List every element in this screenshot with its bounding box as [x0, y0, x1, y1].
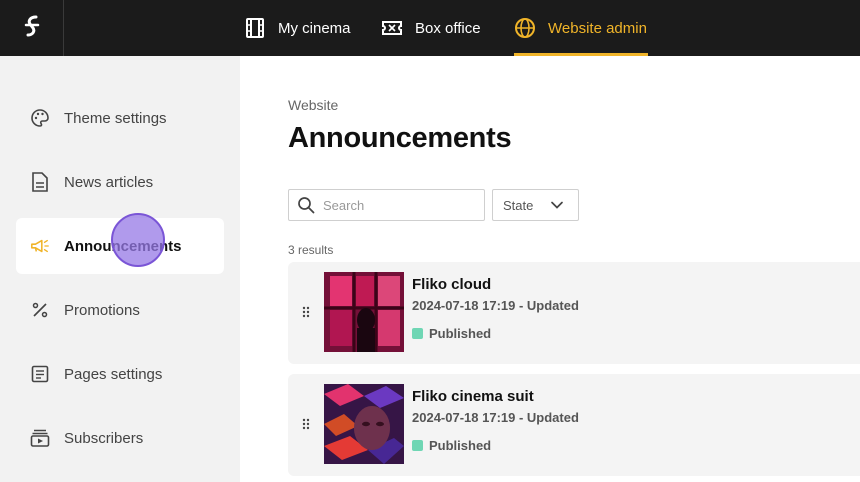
film-icon — [244, 17, 266, 39]
announcement-card[interactable]: Fliko cinema suit 2024-07-18 17:19 - Upd… — [288, 374, 860, 476]
sidebar-item-label: Announcements — [64, 237, 182, 255]
main-content: Website Announcements State 3 results — [240, 56, 860, 482]
megaphone-icon — [30, 236, 50, 256]
logo-icon — [24, 15, 39, 37]
page-title: Announcements — [288, 122, 512, 154]
sidebar-item-theme-settings[interactable]: Theme settings — [16, 90, 224, 146]
nav-my-cinema[interactable]: My cinema — [244, 0, 351, 56]
sidebar-item-news-articles[interactable]: News articles — [16, 154, 224, 210]
sidebar: Theme settings News articles Announcemen… — [0, 56, 240, 482]
app-logo[interactable] — [0, 0, 64, 56]
announcement-date: 2024-07-18 17:19 - Updated — [412, 298, 579, 313]
sidebar-item-label: Pages settings — [64, 365, 163, 383]
sidebar-item-label: Subscribers — [64, 429, 144, 447]
breadcrumb[interactable]: Website — [288, 97, 338, 113]
drag-handle-icon[interactable] — [302, 306, 310, 318]
pages-icon — [30, 364, 50, 384]
chevron-down-icon — [551, 201, 563, 209]
state-filter-label: State — [503, 197, 534, 213]
document-icon — [30, 172, 50, 192]
announcement-date: 2024-07-18 17:19 - Updated — [412, 410, 579, 425]
nav-box-office[interactable]: Box office — [381, 0, 481, 56]
globe-icon — [514, 17, 536, 39]
drag-handle-icon[interactable] — [302, 418, 310, 430]
announcement-thumbnail — [324, 272, 404, 352]
sidebar-item-pages-settings[interactable]: Pages settings — [16, 346, 224, 402]
sidebar-item-label: Promotions — [64, 301, 140, 319]
palette-icon — [30, 108, 50, 128]
status-badge: Published — [412, 438, 491, 453]
announcement-title: Fliko cinema suit — [412, 388, 534, 405]
announcement-title: Fliko cloud — [412, 276, 492, 293]
announcement-thumbnail — [324, 384, 404, 464]
status-label: Published — [429, 326, 492, 341]
percent-icon — [30, 300, 50, 320]
status-label: Published — [429, 438, 492, 453]
sidebar-item-subscribers[interactable]: Subscribers — [16, 410, 224, 466]
sidebar-item-announcements[interactable]: Announcements — [16, 218, 224, 274]
nav-website-admin-label: Website admin — [548, 19, 647, 37]
nav-box-office-label: Box office — [415, 19, 481, 37]
search-box[interactable] — [288, 189, 485, 221]
nav-website-admin[interactable]: Website admin — [514, 0, 648, 56]
ticket-icon — [381, 17, 403, 39]
status-indicator — [412, 440, 423, 451]
status-badge: Published — [412, 326, 491, 341]
status-indicator — [412, 328, 423, 339]
search-input[interactable] — [323, 197, 473, 213]
subscribers-icon — [30, 428, 50, 448]
search-icon — [298, 197, 315, 214]
state-filter-dropdown[interactable]: State — [492, 189, 579, 221]
announcement-card[interactable]: Fliko cloud 2024-07-18 17:19 - Updated P… — [288, 262, 860, 364]
sidebar-item-label: News articles — [64, 173, 154, 191]
sidebar-item-label: Theme settings — [64, 109, 167, 127]
nav-my-cinema-label: My cinema — [278, 19, 351, 37]
sidebar-item-promotions[interactable]: Promotions — [16, 282, 224, 338]
top-navigation-bar: My cinema Box office Website admin — [0, 0, 860, 56]
results-count: 3 results — [288, 243, 334, 257]
